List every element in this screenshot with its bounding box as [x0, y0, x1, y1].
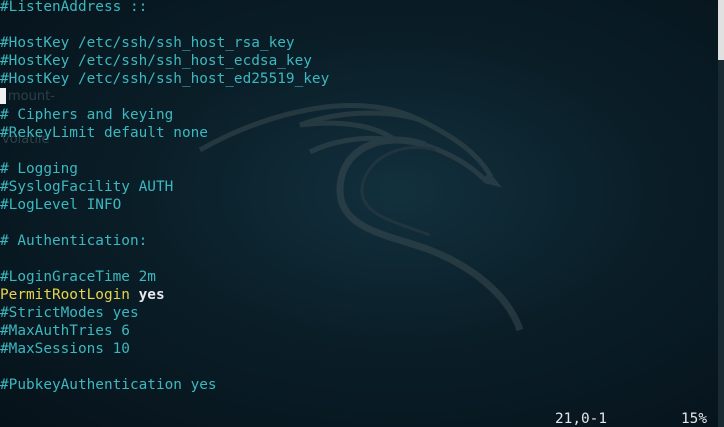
line-log-level: #LogLevel INFO — [0, 197, 122, 213]
line-rekey-limit: #RekeyLimit default none — [0, 125, 208, 141]
kali-dragon-icon — [198, 103, 524, 332]
line-authentication-heading: # Authentication: — [0, 233, 148, 249]
line-ciphers-heading: # Ciphers and keying — [0, 107, 174, 123]
line-strict-modes: #StrictModes yes — [0, 305, 139, 321]
directive-value: yes — [138, 287, 165, 303]
line-pubkey-authentication: #PubkeyAuthentication yes — [0, 377, 217, 393]
line-hostkey-ed25519: #HostKey /etc/ssh/ssh_host_ed25519_key — [0, 71, 330, 87]
scroll-percent: 15% — [681, 411, 707, 427]
text-cursor — [0, 88, 6, 104]
line-max-sessions: #MaxSessions 10 — [0, 341, 130, 357]
scrollbar[interactable] — [718, 0, 724, 427]
line-syslog-facility: #SyslogFacility AUTH — [0, 179, 174, 195]
line-login-grace-time: #LoginGraceTime 2m — [0, 269, 156, 285]
ghost-text-mount: mount- — [8, 89, 55, 104]
scrollbar-thumb[interactable] — [718, 0, 724, 60]
cursor-position: 21,0-1 — [555, 411, 607, 427]
line-listen-address: #ListenAddress :: — [0, 0, 148, 15]
line-hostkey-ecdsa: #HostKey /etc/ssh/ssh_host_ecdsa_key — [0, 53, 312, 69]
line-permit-root-login: PermitRootLogin yes — [0, 286, 165, 304]
terminal-window[interactable]: mount- volatile #ListenAddress :: #HostK… — [0, 0, 718, 427]
line-hostkey-rsa: #HostKey /etc/ssh/ssh_host_rsa_key — [0, 35, 295, 51]
directive-permit-root-login: PermitRootLogin — [0, 287, 130, 303]
line-max-auth-tries: #MaxAuthTries 6 — [0, 323, 130, 339]
line-logging-heading: # Logging — [0, 161, 78, 177]
